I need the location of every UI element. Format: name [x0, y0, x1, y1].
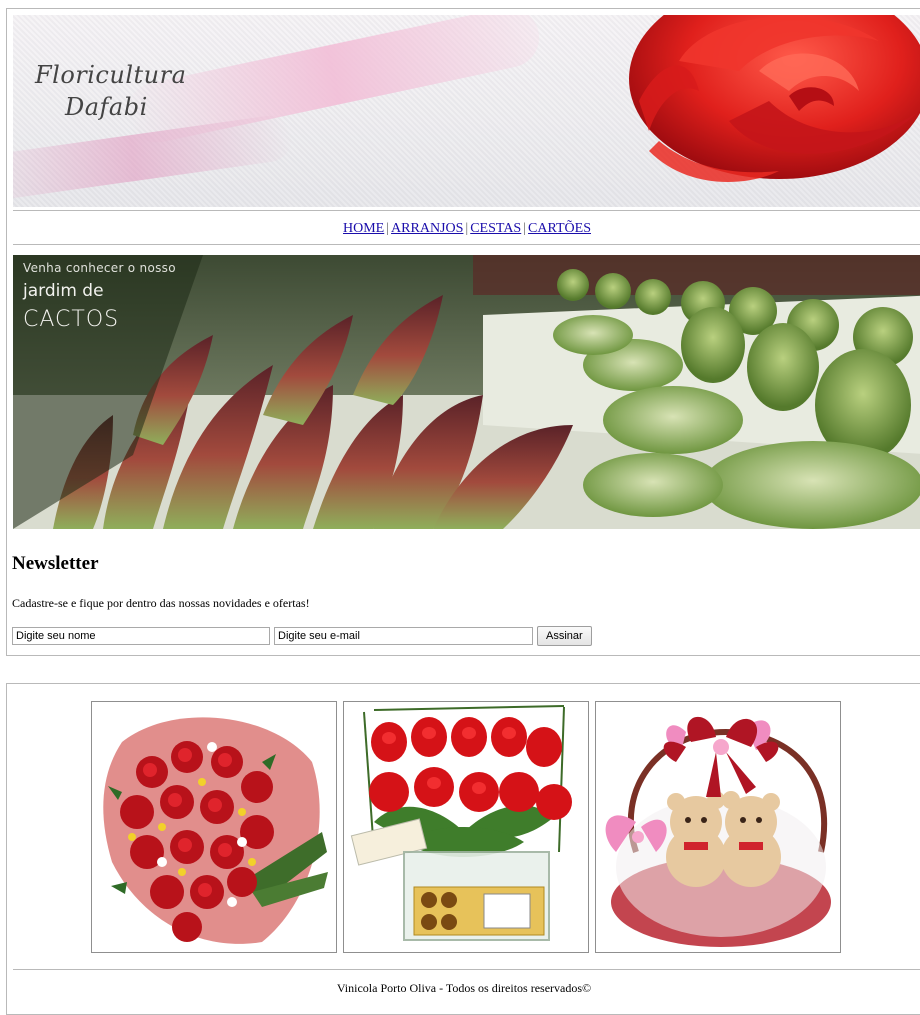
logo-line-1: Floricultura [35, 61, 187, 89]
red-rose-icon [629, 15, 920, 183]
cactus-promo-banner[interactable]: Venha conhecer o nosso jardim de CACTOS [13, 255, 920, 529]
email-input[interactable] [274, 627, 533, 645]
product-card[interactable] [91, 701, 337, 953]
name-input[interactable] [12, 627, 270, 645]
divider [13, 210, 920, 211]
nav-link-cartoes[interactable]: CARTÕES [528, 221, 591, 236]
newsletter-title: Newsletter [12, 553, 99, 574]
main-nav: HOME | ARRANJOS | CESTAS | CARTÕES [13, 221, 920, 237]
footer-copyright: Vinicola Porto Oliva - Todos os direitos… [336, 981, 592, 995]
subscribe-button[interactable]: Assinar [537, 626, 592, 646]
newsletter-description: Cadastre-se e fique por dentro das nossa… [12, 596, 310, 610]
products-panel: Vinicola Porto Oliva - Todos os direitos… [6, 683, 920, 1015]
divider [13, 244, 920, 245]
teddy-bear-basket-image [605, 716, 831, 947]
main-panel: Floricultura Dafabi HOME | ARRANJOS | CESTAS… [6, 8, 920, 656]
logo-line-2: Dafabi [65, 93, 148, 121]
promo-text: Venha conhecer o nosso jardim de CACTOS [23, 261, 176, 332]
site-logo[interactable]: Floricultura Dafabi [35, 59, 215, 123]
promo-line-1: Venha conhecer o nosso [23, 261, 176, 275]
product-card[interactable] [595, 701, 841, 953]
promo-line-2: jardim de [23, 281, 104, 301]
product-card[interactable] [343, 701, 589, 953]
header-banner: Floricultura Dafabi [13, 15, 920, 207]
nav-link-cestas[interactable]: CESTAS [470, 221, 521, 236]
roses-chocolate-box-image [350, 705, 572, 941]
nav-link-home[interactable]: HOME [343, 221, 384, 236]
divider [13, 969, 920, 970]
nav-link-arranjos[interactable]: ARRANJOS [391, 221, 463, 236]
rose-bouquet-image [103, 717, 328, 944]
promo-line-3: CACTOS [23, 307, 120, 332]
